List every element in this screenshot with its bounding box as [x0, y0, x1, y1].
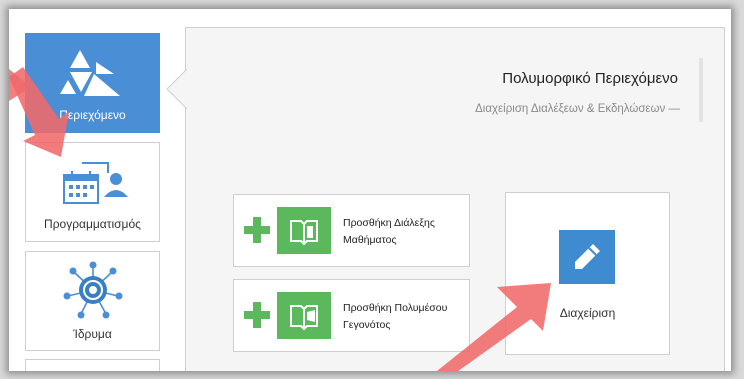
manage-button[interactable]: Διαχείριση: [505, 192, 670, 355]
panel-scrollbar[interactable]: [699, 58, 703, 122]
sidebar-item-content[interactable]: Περιεχόμενο: [25, 33, 160, 133]
add-lecture-label: Προσθήκη Διάλεξης Μαθήματος: [343, 217, 435, 246]
sidebar-item-scheduling[interactable]: Προγραμματισμός: [25, 142, 160, 242]
plus-icon: [244, 217, 270, 243]
add-event-label: Προσθήκη Πολυμέσου Γεγονότος: [343, 302, 448, 331]
add-event-button[interactable]: Προσθήκη Πολυμέσου Γεγονότος: [233, 279, 470, 352]
pencil-icon: [559, 230, 615, 284]
panel-title: Πολυμορφικό Περιεχόμενο: [502, 70, 678, 87]
institution-network-icon: [63, 261, 123, 319]
calendar-user-icon: [63, 162, 128, 204]
screenshot-frame: Περιεχόμενο Προγραμματισμός Ίδρυμα Πολυμ…: [9, 9, 731, 371]
book-icon: [277, 207, 331, 254]
sidebar-item-partial[interactable]: [25, 359, 160, 371]
plus-icon: [244, 302, 270, 328]
content-panel: Πολυμορφικό Περιεχόμενο Διαχείριση Διαλέ…: [185, 27, 725, 371]
panel-subtitle: Διαχείριση Διαλέξεων & Εκδηλώσεων —: [475, 103, 680, 115]
manage-label: Διαχείριση: [559, 306, 616, 320]
content-triangles-icon: [60, 50, 120, 96]
panel-pointer: [167, 69, 187, 109]
event-book-icon: [277, 292, 331, 339]
sidebar-item-label: Προγραμματισμός: [44, 217, 141, 231]
sidebar-item-label: Ίδρυμα: [73, 327, 112, 341]
sidebar-item-label: Περιεχόμενο: [59, 108, 126, 122]
sidebar-item-institution[interactable]: Ίδρυμα: [25, 251, 160, 351]
add-lecture-button[interactable]: Προσθήκη Διάλεξης Μαθήματος: [233, 194, 470, 267]
